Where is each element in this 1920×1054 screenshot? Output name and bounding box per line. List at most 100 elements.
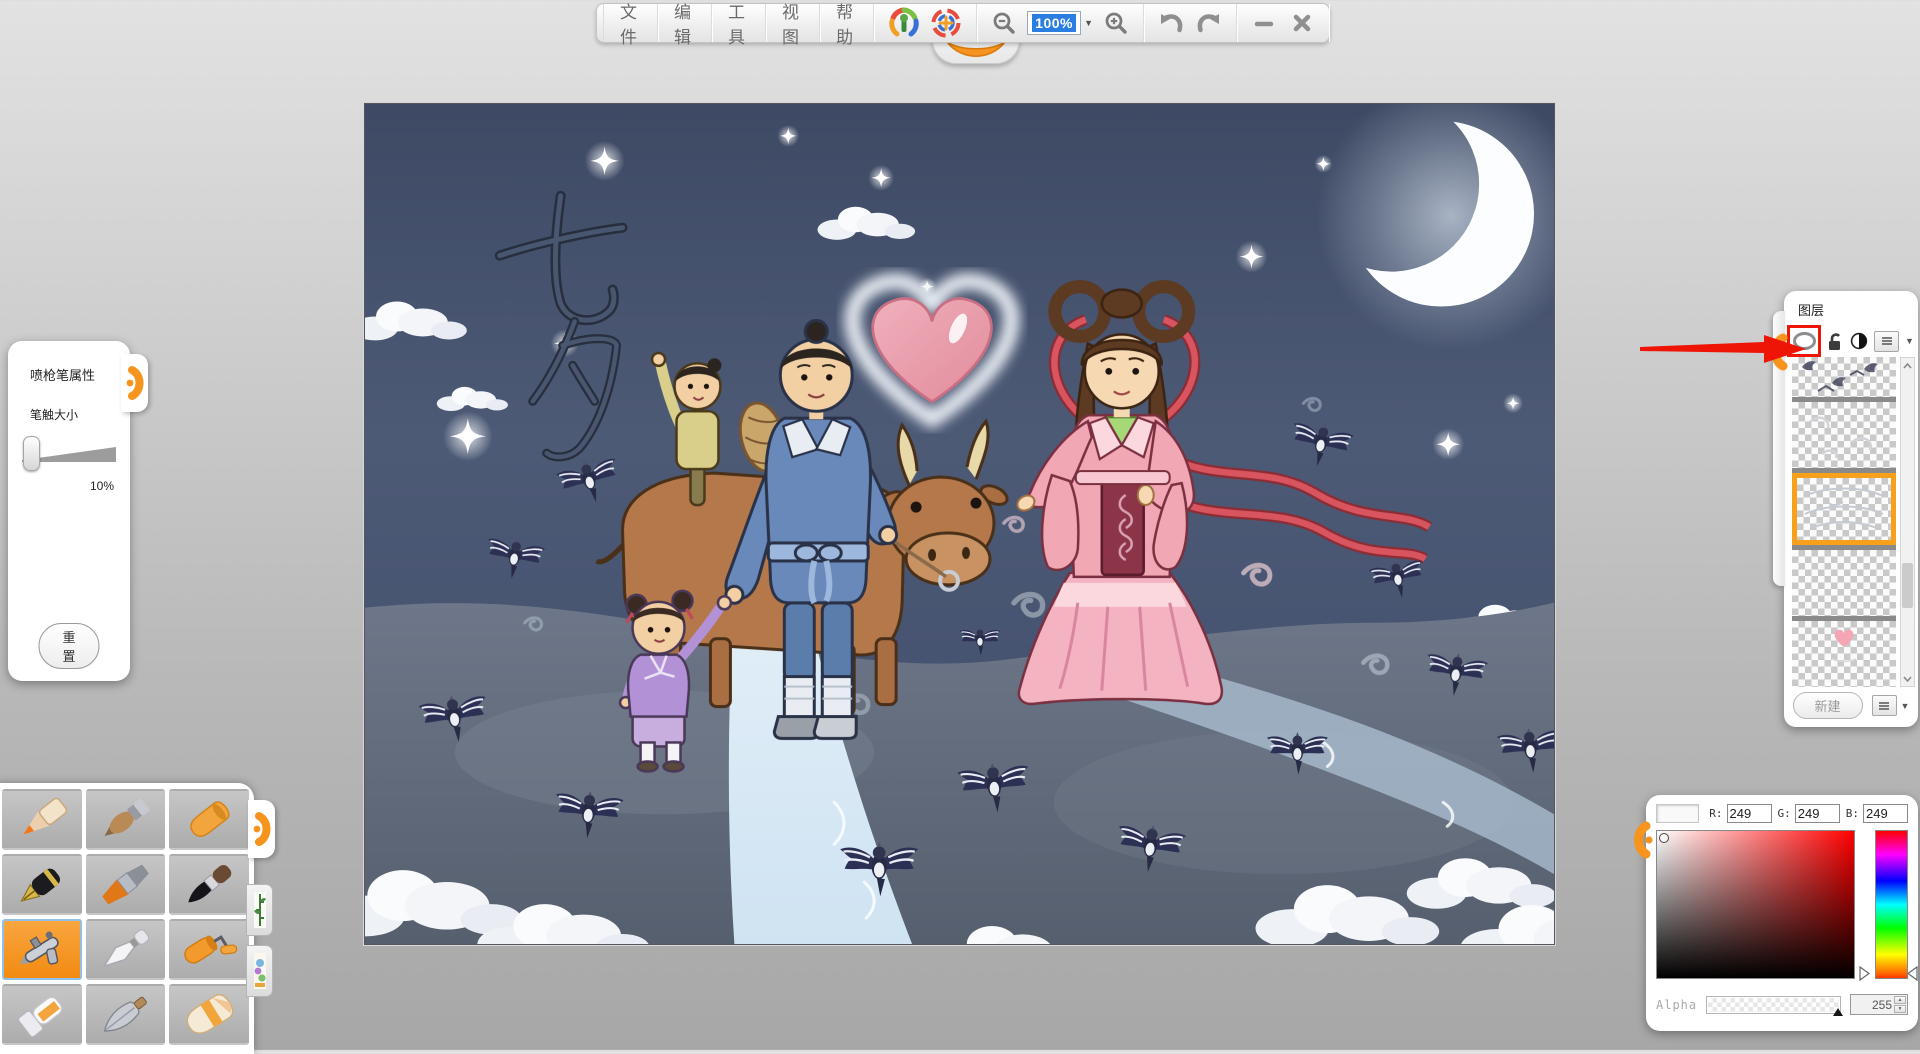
alpha-label: Alpha bbox=[1656, 998, 1697, 1012]
layer-thumbnail-empty[interactable] bbox=[1792, 550, 1896, 616]
minimize-button[interactable] bbox=[1245, 7, 1283, 39]
tool-eraser[interactable] bbox=[169, 984, 249, 1045]
layer-thumbnail-faint-swirls[interactable] bbox=[1792, 402, 1896, 468]
r-input[interactable] bbox=[1727, 804, 1772, 823]
b-input[interactable] bbox=[1863, 804, 1908, 823]
alpha-value: 255 bbox=[1872, 998, 1892, 1012]
paint-tube-icon bbox=[10, 990, 74, 1040]
layer-lock-icon[interactable] bbox=[1827, 332, 1844, 351]
tool-palette-knife[interactable] bbox=[86, 919, 166, 980]
alpha-spinner[interactable]: ▲▼ bbox=[1894, 996, 1906, 1013]
brush-pen-icon bbox=[93, 795, 157, 845]
chevron-down-icon bbox=[1903, 676, 1912, 682]
alpha-value-box[interactable]: 255 ▲▼ bbox=[1850, 994, 1908, 1015]
tool-pencil[interactable] bbox=[2, 789, 82, 850]
tool-paint-roller[interactable] bbox=[169, 919, 249, 980]
fountain-pen-icon bbox=[10, 860, 74, 910]
sv-marker-icon[interactable] bbox=[1659, 833, 1669, 843]
layer-scrollbar[interactable] bbox=[1900, 357, 1915, 687]
orange-handle-icon bbox=[125, 365, 145, 401]
reset-button[interactable]: 重置 bbox=[39, 623, 100, 669]
tool-brush-pen[interactable] bbox=[86, 789, 166, 850]
layer-options-caret-icon[interactable]: ▼ bbox=[1905, 336, 1914, 346]
scrollbar-thumb[interactable] bbox=[1902, 563, 1913, 608]
brush-size-value: 10% bbox=[8, 479, 114, 493]
layer-contrast-icon[interactable] bbox=[1850, 332, 1868, 350]
palette-collapse-handle[interactable] bbox=[248, 800, 275, 858]
menu-tools[interactable]: 工具 bbox=[712, 4, 766, 42]
menu-view[interactable]: 视图 bbox=[766, 4, 820, 42]
layers-menu-caret-icon[interactable]: ▼ bbox=[1901, 701, 1910, 711]
orange-handle-icon bbox=[252, 811, 272, 847]
tool-crayon[interactable] bbox=[169, 789, 249, 850]
slider-thumb[interactable] bbox=[23, 436, 40, 471]
pencil-sketch-preview bbox=[1797, 478, 1891, 540]
g-label: G: bbox=[1778, 807, 1791, 820]
menu-file[interactable]: 文件 bbox=[603, 4, 658, 42]
layers-title: 图层 bbox=[1798, 300, 1918, 319]
new-layer-button[interactable]: 新建 bbox=[1793, 692, 1863, 719]
zoom-dropdown-caret-icon[interactable]: ▼ bbox=[1084, 18, 1093, 28]
ink-brush-icon bbox=[177, 860, 241, 910]
orange-handle-icon[interactable] bbox=[1632, 821, 1654, 859]
tool-oil-brush[interactable] bbox=[86, 854, 166, 915]
redo-button[interactable] bbox=[1190, 7, 1228, 39]
tool-leaf-pen[interactable] bbox=[86, 984, 166, 1045]
rgb-row: R: G: B: bbox=[1656, 804, 1908, 823]
tool-airbrush-selected[interactable] bbox=[2, 919, 82, 980]
spinner-down-icon[interactable]: ▼ bbox=[1894, 1005, 1906, 1013]
spinner-up-icon[interactable]: ▲ bbox=[1894, 996, 1906, 1004]
saturation-value-field[interactable] bbox=[1656, 830, 1855, 979]
clown-left-eye-icon[interactable] bbox=[887, 6, 921, 40]
g-input[interactable] bbox=[1795, 804, 1840, 823]
eraser-icon bbox=[177, 990, 241, 1040]
panel-title: 喷枪笔属性 bbox=[30, 365, 130, 384]
drawing-canvas[interactable] bbox=[364, 103, 1555, 945]
scroll-down-button[interactable] bbox=[1901, 671, 1914, 686]
crayon-icon bbox=[177, 795, 241, 845]
tool-paint-tube[interactable] bbox=[2, 984, 82, 1045]
color-field-area bbox=[1656, 830, 1908, 979]
leaf-pen-icon bbox=[93, 990, 157, 1040]
hue-marker-right-icon[interactable] bbox=[1907, 966, 1918, 981]
tool-palette-panel bbox=[0, 783, 254, 1054]
menu-help[interactable]: 帮助 bbox=[820, 4, 874, 42]
layer-options-button[interactable] bbox=[1874, 331, 1899, 352]
undo-icon bbox=[1158, 11, 1184, 35]
zoom-level-field[interactable]: 100% bbox=[1027, 11, 1081, 35]
layers-menu-button[interactable] bbox=[1872, 695, 1897, 716]
hue-bar[interactable] bbox=[1875, 830, 1908, 979]
bamboo-stamp-button[interactable] bbox=[246, 884, 273, 936]
tool-grid bbox=[2, 789, 249, 1045]
close-button[interactable] bbox=[1283, 7, 1321, 39]
alpha-slider[interactable] bbox=[1706, 996, 1841, 1014]
alpha-marker-icon[interactable] bbox=[1833, 1008, 1843, 1016]
scroll-up-button[interactable] bbox=[1901, 358, 1914, 373]
panel-collapse-handle[interactable] bbox=[121, 354, 148, 412]
clown-right-eye-icon[interactable] bbox=[929, 6, 963, 40]
r-label: R: bbox=[1709, 807, 1722, 820]
zoom-out-button[interactable] bbox=[985, 7, 1023, 39]
undo-button[interactable] bbox=[1152, 7, 1190, 39]
annotation-red-arrow bbox=[1640, 334, 1808, 364]
app-window: { "toolbar": { "menus": [ {"label": "文件"… bbox=[0, 0, 1920, 1050]
layer-thumbnail-selected[interactable] bbox=[1792, 473, 1896, 545]
oil-brush-icon bbox=[93, 860, 157, 910]
menu-edit[interactable]: 编辑 bbox=[658, 4, 712, 42]
zoom-in-button[interactable] bbox=[1097, 7, 1135, 39]
sticker-icon bbox=[252, 951, 268, 991]
hue-marker-left-icon[interactable] bbox=[1859, 966, 1870, 981]
current-color-swatch bbox=[1656, 804, 1699, 823]
faint-swirl-preview bbox=[1792, 402, 1896, 468]
tool-fountain-pen[interactable] bbox=[2, 854, 82, 915]
minimize-icon bbox=[1254, 13, 1274, 33]
b-label: B: bbox=[1846, 807, 1859, 820]
tool-ink-brush[interactable] bbox=[169, 854, 249, 915]
layer-thumbnail-heart[interactable] bbox=[1792, 621, 1896, 687]
paint-roller-icon bbox=[177, 925, 241, 975]
brush-size-slider[interactable] bbox=[14, 435, 124, 471]
bamboo-icon bbox=[252, 890, 268, 930]
heart-sketch-preview bbox=[1792, 621, 1896, 687]
main-toolbar: 文件 编辑 工具 视图 帮助 100% ▼ bbox=[596, 3, 1330, 43]
sticker-stamp-button[interactable] bbox=[246, 945, 273, 997]
